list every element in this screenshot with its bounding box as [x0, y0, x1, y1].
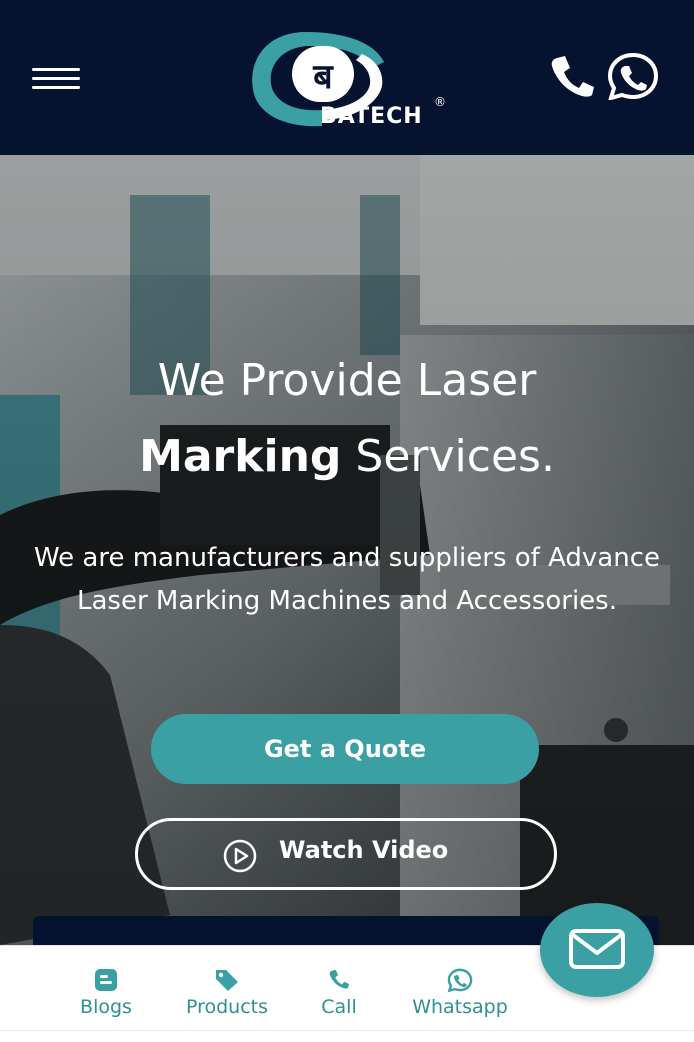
- site-header: ब ® BATECH: [0, 0, 694, 155]
- svg-text:ब: ब: [312, 57, 334, 97]
- nav-item-blogs[interactable]: Blogs: [66, 946, 146, 1031]
- batech-logo[interactable]: ब ® BATECH: [244, 24, 450, 136]
- menu-line-icon: [32, 86, 80, 89]
- nav-label-call: Call: [321, 996, 357, 1018]
- nav-label-products: Products: [185, 996, 269, 1018]
- nav-label-blogs: Blogs: [80, 996, 132, 1018]
- header-whatsapp-button[interactable]: [606, 52, 660, 101]
- hero-title-line1: We Provide Laser: [157, 355, 537, 406]
- hamburger-menu-button[interactable]: [32, 66, 82, 92]
- phone-icon: [551, 56, 594, 97]
- watch-video-label: Watch Video: [279, 836, 449, 864]
- header-call-button[interactable]: [548, 54, 596, 98]
- hero-title-bold: Marking: [139, 431, 342, 482]
- mail-icon: [569, 929, 625, 969]
- phone-icon: [329, 969, 350, 989]
- menu-line-icon: [32, 77, 80, 80]
- nav-item-call[interactable]: Call: [308, 946, 370, 1031]
- play-circle-icon: [223, 839, 257, 873]
- hero-description: We are manufacturers and suppliers of Ad…: [33, 543, 661, 616]
- hero-title-rest: Services.: [355, 431, 555, 482]
- hero-title: We Provide Laser Marking Services.: [40, 343, 654, 495]
- page-bottom-edge: [0, 1030, 694, 1042]
- nav-label-whatsapp: Whatsapp: [412, 996, 508, 1018]
- hero-section: We Provide Laser Marking Services. We ar…: [0, 155, 694, 945]
- get-a-quote-button[interactable]: Get a Quote: [151, 714, 539, 784]
- whatsapp-icon: [607, 52, 659, 101]
- logo-text: BATECH: [320, 104, 423, 129]
- tag-icon: [216, 970, 238, 991]
- whatsapp-icon: [447, 968, 473, 992]
- menu-line-icon: [32, 68, 80, 71]
- svg-text:®: ®: [434, 95, 446, 109]
- nav-item-whatsapp[interactable]: Whatsapp: [394, 946, 526, 1031]
- email-contact-button[interactable]: [540, 903, 654, 997]
- blog-icon: [95, 969, 117, 991]
- nav-item-products[interactable]: Products: [170, 946, 284, 1031]
- watch-video-button[interactable]: Watch Video: [135, 818, 557, 890]
